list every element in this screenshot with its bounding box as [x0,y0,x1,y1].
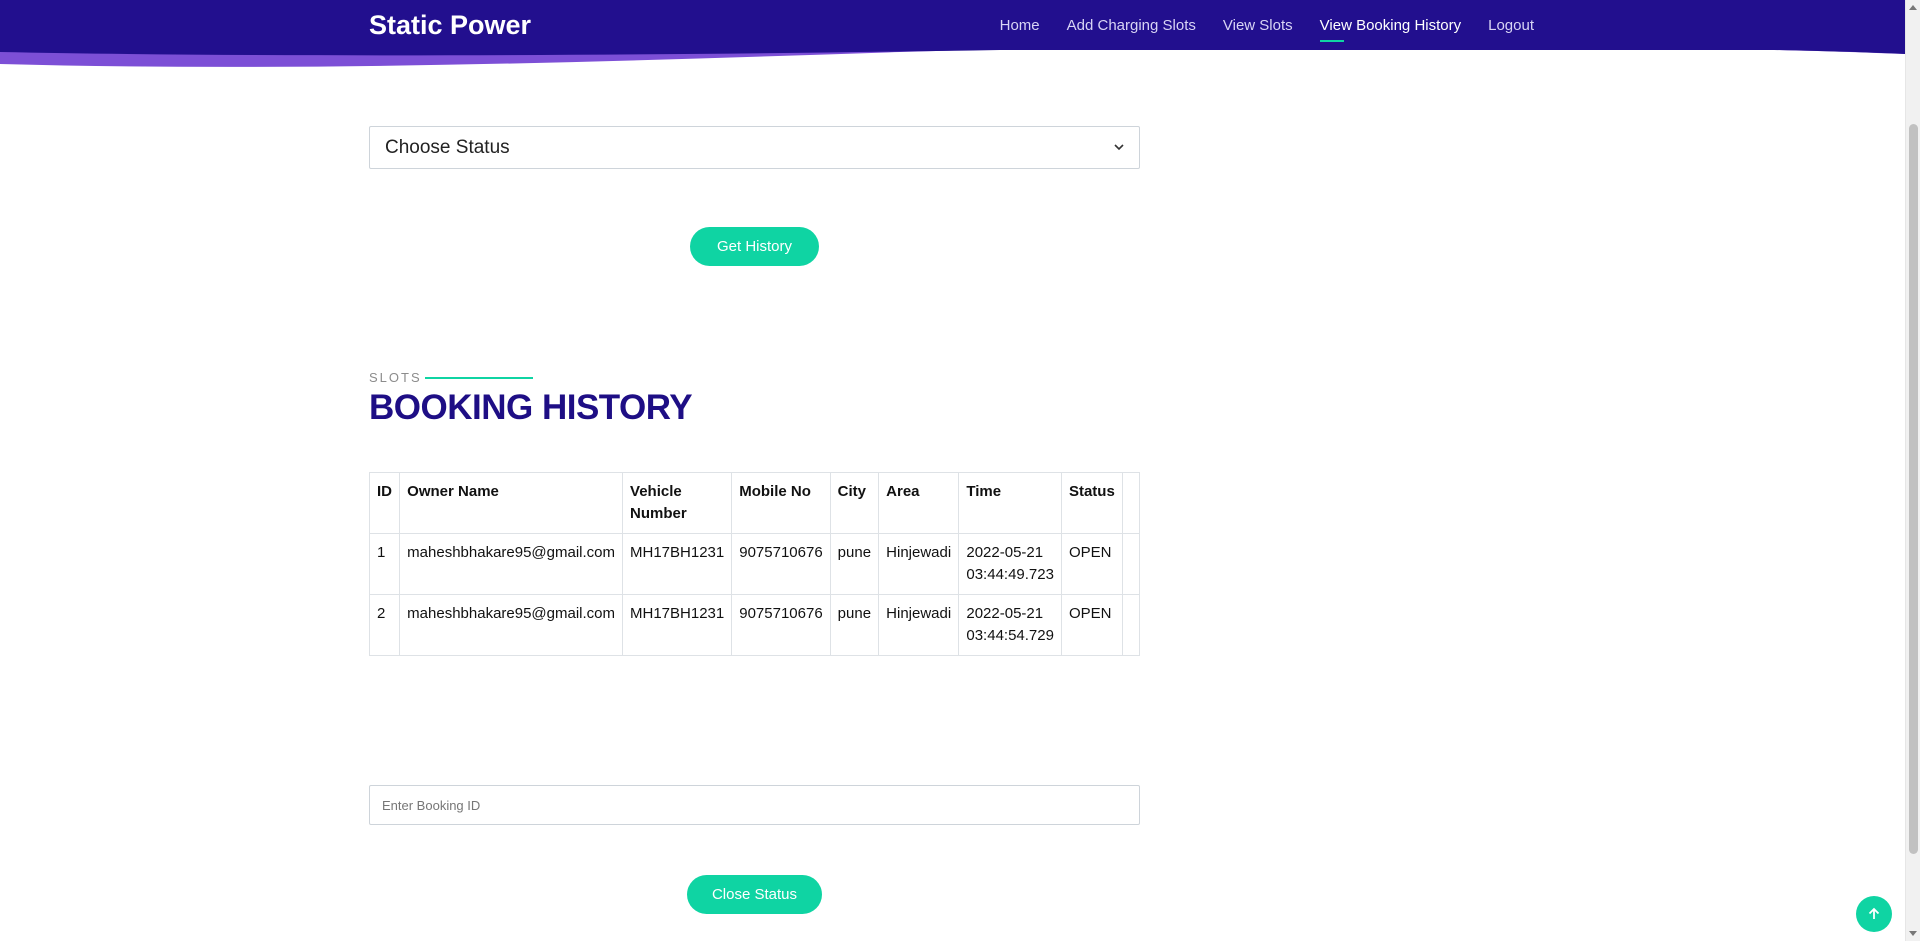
cell-vehicle-number: MH17BH1231 [622,533,733,595]
booking-id-input[interactable] [369,785,1140,825]
cell-area: Hinjewadi [878,594,960,656]
cell-status: OPEN [1060,594,1123,656]
cell-owner-name: maheshbhakare95@gmail.com [399,533,624,595]
cell-mobile-no: 9075710676 [731,533,831,595]
cell-action [1121,533,1140,595]
booking-table-container[interactable]: ID Owner Name Vehicle Number Mobile No C… [369,472,1140,656]
nav-view-slots[interactable]: View Slots [1223,17,1293,42]
cell-mobile-no: 9075710676 [731,594,831,656]
cell-city: pune [829,594,880,656]
get-history-button[interactable]: Get History [690,227,819,266]
section-kicker: SLOTS [369,370,422,385]
column-header-id: ID [369,472,401,534]
main-nav: Home Add Charging Slots View Slots View … [1000,17,1534,42]
cell-id: 1 [369,533,401,595]
status-select-value: Choose Status [385,137,510,158]
nav-view-booking-history[interactable]: View Booking History [1319,17,1461,42]
booking-history-table: ID Owner Name Vehicle Number Mobile No C… [369,472,1140,656]
column-header-city: City [829,472,880,534]
header-wave-background [0,0,1905,67]
nav-logout[interactable]: Logout [1488,17,1534,42]
column-header-mobile-no: Mobile No [731,472,831,534]
table-header-row: ID Owner Name Vehicle Number Mobile No C… [369,472,1140,534]
cell-id: 2 [369,594,401,656]
scroll-to-top-button[interactable] [1856,896,1892,932]
arrow-up-icon [1868,907,1880,919]
cell-time: 2022-05-21 03:44:54.729 [958,594,1062,656]
close-status-button[interactable]: Close Status [687,875,822,914]
cell-vehicle-number: MH17BH1231 [622,594,733,656]
site-header: Static Power Home Add Charging Slots Vie… [0,0,1905,72]
kicker-divider [425,377,533,379]
nav-home[interactable]: Home [1000,17,1040,42]
cell-time: 2022-05-21 03:44:49.723 [958,533,1062,595]
nav-add-charging-slots[interactable]: Add Charging Slots [1067,17,1196,42]
column-header-action [1121,472,1140,534]
column-header-vehicle-number: Vehicle Number [622,472,733,534]
scroll-up-arrow-icon[interactable] [1909,5,1917,10]
cell-city: pune [829,533,880,595]
status-select[interactable]: Choose Status [369,126,1140,169]
column-header-status: Status [1060,472,1123,534]
page-scrollbar[interactable] [1905,0,1920,941]
column-header-area: Area [878,472,960,534]
column-header-owner-name: Owner Name [399,472,624,534]
table-row: 1 maheshbhakare95@gmail.com MH17BH1231 9… [369,533,1140,595]
cell-action [1121,594,1140,656]
column-header-time: Time [958,472,1062,534]
chevron-down-icon [1114,144,1124,151]
page-title: BOOKING HISTORY [369,388,693,427]
scroll-down-arrow-icon[interactable] [1909,931,1917,936]
scrollbar-thumb[interactable] [1909,124,1918,854]
cell-area: Hinjewadi [878,533,960,595]
brand-logo[interactable]: Static Power [369,10,531,41]
cell-status: OPEN [1060,533,1123,595]
table-row: 2 maheshbhakare95@gmail.com MH17BH1231 9… [369,594,1140,656]
cell-owner-name: maheshbhakare95@gmail.com [399,594,624,656]
